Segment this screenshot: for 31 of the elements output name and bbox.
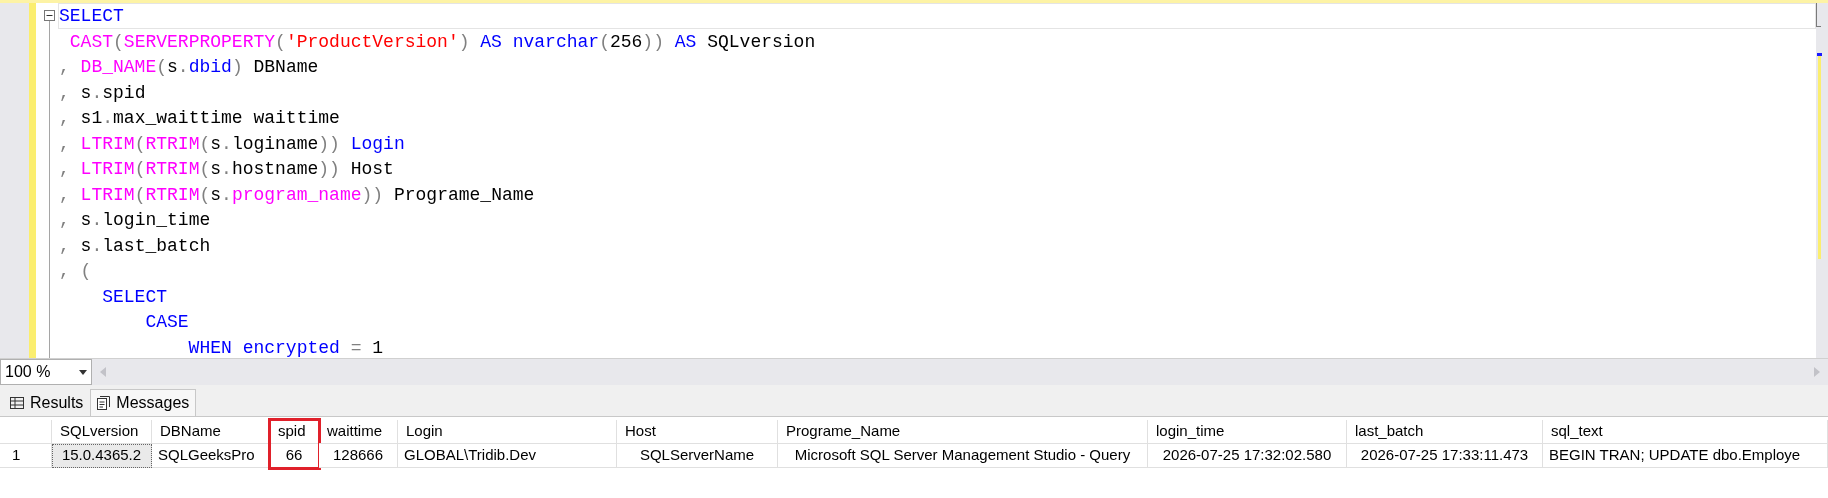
code-line: , s.spid — [58, 81, 147, 105]
table-cell: Microsoft SQL Server Management Studio - Query — [778, 444, 1148, 468]
code-line: , s.last_batch — [58, 234, 212, 258]
table-cell: SQLServerName — [617, 444, 778, 468]
grid-corner[interactable] — [0, 420, 52, 444]
code-line: SELECT — [101, 285, 169, 309]
table-cell: GLOBAL\Tridib.Dev — [398, 444, 617, 468]
zoom-dropdown[interactable]: 100 % — [0, 359, 92, 385]
code-line: , s1.max_waittime waittime — [58, 107, 341, 130]
code-line: , LTRIM(RTRIM(s.program_name)) Programe_Name — [58, 183, 536, 207]
right-arrow-icon[interactable] — [1814, 367, 1820, 377]
code-line: CASE — [144, 311, 190, 334]
code-line: WHEN encrypted = 1 — [187, 336, 385, 360]
table-cell: 2026-07-25 17:33:11.473 — [1347, 444, 1543, 468]
caret-icon — [79, 369, 87, 375]
code-line: CAST(SERVERPROPERTY('ProductVersion') AS nvarchar(256)) AS SQLversion — [68, 30, 817, 54]
grid-icon — [10, 397, 24, 409]
table-cell: 15.0.4365.2 — [52, 444, 152, 468]
scrollbar[interactable] — [1816, 3, 1828, 358]
document-icon — [97, 396, 111, 410]
code-line: , LTRIM(RTRIM(s.hostname)) Host — [58, 158, 395, 181]
collapse-icon[interactable] — [44, 10, 55, 21]
table-cell: 2026-07-25 17:32:02.580 — [1148, 444, 1347, 468]
left-arrow-icon[interactable] — [100, 367, 106, 377]
code-line: , ( — [58, 260, 93, 283]
table-cell: BEGIN TRAN; UPDATE dbo.Employe — [1543, 444, 1828, 468]
code-line: , DB_NAME(s.dbid) DBName — [58, 56, 320, 79]
code-line: , LTRIM(RTRIM(s.loginame)) Login — [58, 132, 406, 156]
code-line: , s.login_time — [58, 209, 212, 232]
result-tab[interactable]: Messages — [90, 389, 197, 416]
table-cell: 128666 — [319, 444, 398, 468]
